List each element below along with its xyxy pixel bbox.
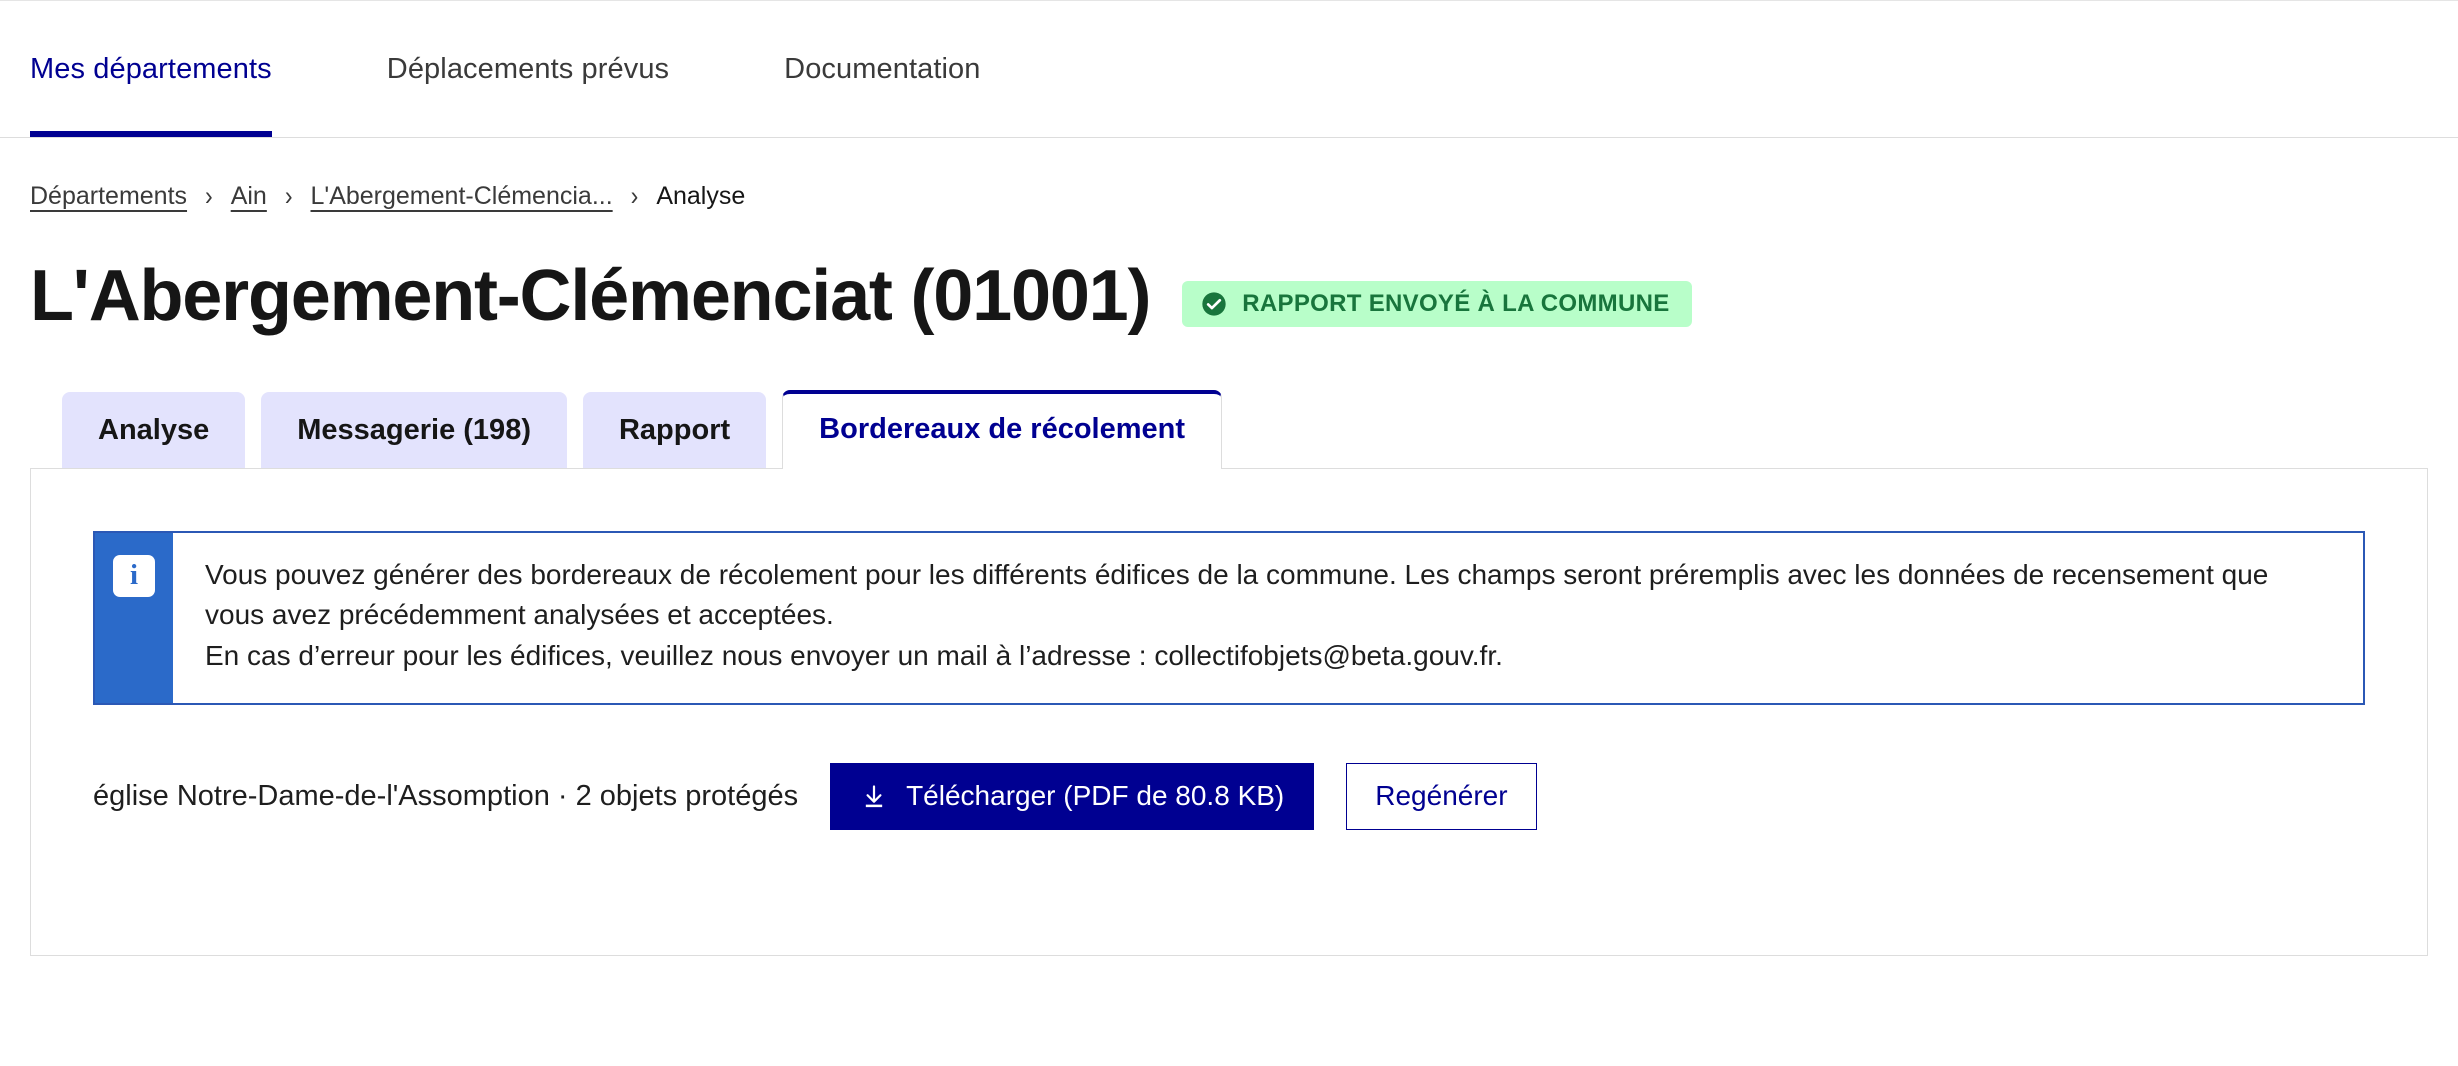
breadcrumb-item-commune[interactable]: L'Abergement-Clémencia...	[311, 182, 613, 211]
tab-label: Bordereaux de récolement	[819, 413, 1186, 446]
breadcrumb-item-departements[interactable]: Départements	[30, 182, 187, 211]
info-icon: i	[113, 554, 155, 597]
edifice-label: église Notre-Dame-de-l'Assomption · 2 ob…	[93, 780, 799, 813]
tab-bar: Analyse Messagerie (198) Rapport Bordere…	[0, 390, 2458, 469]
main-nav: Mes départements Déplacements prévus Doc…	[0, 1, 2458, 137]
breadcrumb-item-ain[interactable]: Ain	[231, 182, 267, 211]
nav-item-label: Documentation	[784, 52, 981, 85]
tab-messagerie[interactable]: Messagerie (198)	[261, 392, 567, 468]
download-button-label: Télécharger (PDF de 80.8 KB)	[906, 780, 1285, 812]
top-navigation-bar: Mes départements Déplacements prévus Doc…	[0, 0, 2458, 138]
check-circle-icon	[1202, 291, 1226, 316]
tab-panel-bordereaux: i Vous pouvez générer des bordereaux de …	[30, 467, 2428, 956]
download-button[interactable]: Télécharger (PDF de 80.8 KB)	[830, 763, 1315, 830]
breadcrumb: Départements › Ain › L'Abergement-Clémen…	[0, 138, 2458, 211]
tab-rapport[interactable]: Rapport	[582, 392, 767, 468]
nav-item-mes-departements[interactable]: Mes départements	[30, 1, 317, 137]
info-callout-line-1: Vous pouvez générer des bordereaux de ré…	[205, 558, 2269, 631]
info-callout-accent-bar: i	[95, 532, 173, 704]
tab-analyse[interactable]: Analyse	[62, 392, 246, 468]
nav-item-deplacements-prevus[interactable]: Déplacements prévus	[317, 1, 714, 137]
page-header: L'Abergement-Clémenciat (01001) RAPPORT …	[0, 211, 2458, 336]
status-badge-label: RAPPORT ENVOYÉ À LA COMMUNE	[1242, 289, 1670, 317]
nav-item-documentation[interactable]: Documentation	[714, 1, 1025, 137]
tab-bordereaux-de-recolement[interactable]: Bordereaux de récolement	[782, 390, 1223, 469]
status-badge: RAPPORT ENVOYÉ À LA COMMUNE	[1182, 280, 1692, 327]
tab-label: Analyse	[98, 414, 210, 447]
info-callout-body: Vous pouvez générer des bordereaux de ré…	[173, 533, 2363, 704]
download-icon	[865, 784, 883, 807]
nav-item-label: Mes départements	[30, 52, 272, 85]
page-title: L'Abergement-Clémenciat (01001)	[30, 256, 1151, 336]
regenerate-button-label: Regénérer	[1375, 780, 1508, 812]
tab-label: Rapport	[618, 414, 731, 447]
regenerate-button[interactable]: Regénérer	[1346, 763, 1537, 830]
breadcrumb-item-analyse: Analyse	[656, 182, 746, 210]
info-callout-line-2: En cas d’erreur pour les édifices, veuil…	[205, 640, 1503, 672]
info-callout: i Vous pouvez générer des bordereaux de …	[93, 530, 2365, 706]
breadcrumb-separator-icon: ›	[630, 180, 639, 211]
nav-item-label: Déplacements prévus	[386, 52, 670, 85]
bordereau-row: église Notre-Dame-de-l'Assomption · 2 ob…	[93, 763, 2427, 830]
breadcrumb-separator-icon: ›	[284, 180, 293, 211]
breadcrumb-separator-icon: ›	[205, 180, 213, 211]
tab-label: Messagerie (198)	[297, 414, 531, 447]
